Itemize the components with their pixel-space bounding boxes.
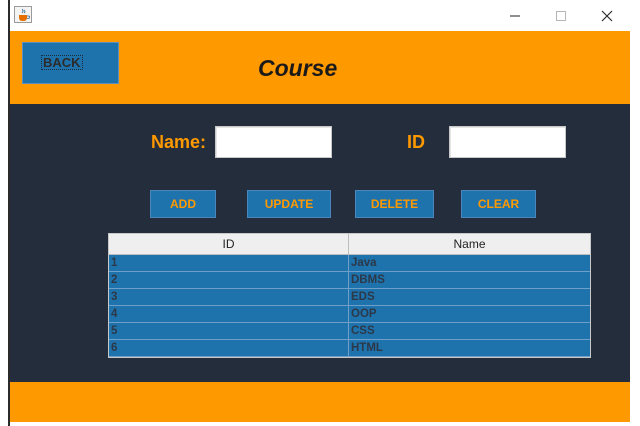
table-row[interactable]: 1 Java [109,255,590,272]
table-row[interactable]: 6 HTML [109,340,590,357]
java-coffee-icon[interactable] [14,6,32,23]
table-body: 1 Java 2 DBMS 3 EDS 4 OOP 5 CSS 6 HTML [109,255,590,357]
table-row[interactable]: 5 CSS [109,323,590,340]
cell-id: 2 [109,272,349,288]
maximize-button[interactable] [538,0,584,31]
header-bar: BACK Course [10,31,630,104]
close-button[interactable] [584,0,630,31]
cell-id: 5 [109,323,349,339]
cell-id: 6 [109,340,349,356]
update-button[interactable]: UPDATE [247,190,331,218]
footer-bar [10,382,630,422]
table-row[interactable]: 4 OOP [109,306,590,323]
cell-id: 4 [109,306,349,322]
back-button[interactable]: BACK [22,42,119,84]
cell-name: DBMS [351,274,385,286]
id-label: ID [407,132,425,152]
title-bar [10,0,640,31]
table-row[interactable]: 2 DBMS [109,272,590,289]
clear-button[interactable]: CLEAR [461,190,536,218]
name-label: Name: [151,132,207,152]
name-input[interactable] [215,126,332,158]
column-header-id[interactable]: ID [109,234,349,254]
cell-name: HTML [351,342,383,354]
minimize-button[interactable] [492,0,538,31]
table-header: ID Name [109,234,590,255]
cell-id: 3 [109,289,349,305]
column-header-name[interactable]: Name [349,234,590,254]
page-title: Course [258,55,338,81]
cell-id: 1 [109,255,349,271]
table-row[interactable]: 3 EDS [109,289,590,306]
back-button-label: BACK [41,55,83,70]
add-button[interactable]: ADD [150,190,216,218]
id-input[interactable] [449,126,566,158]
course-form-panel: Name: ID ADD UPDATE DELETE CLEAR ID Name… [10,104,630,382]
course-table[interactable]: ID Name 1 Java 2 DBMS 3 EDS 4 OOP 5 CSS [108,233,591,358]
cell-name: Java [351,257,377,269]
delete-button[interactable]: DELETE [355,190,434,218]
cell-name: EDS [351,291,375,303]
cell-name: OOP [351,308,377,320]
cell-name: CSS [351,325,375,337]
